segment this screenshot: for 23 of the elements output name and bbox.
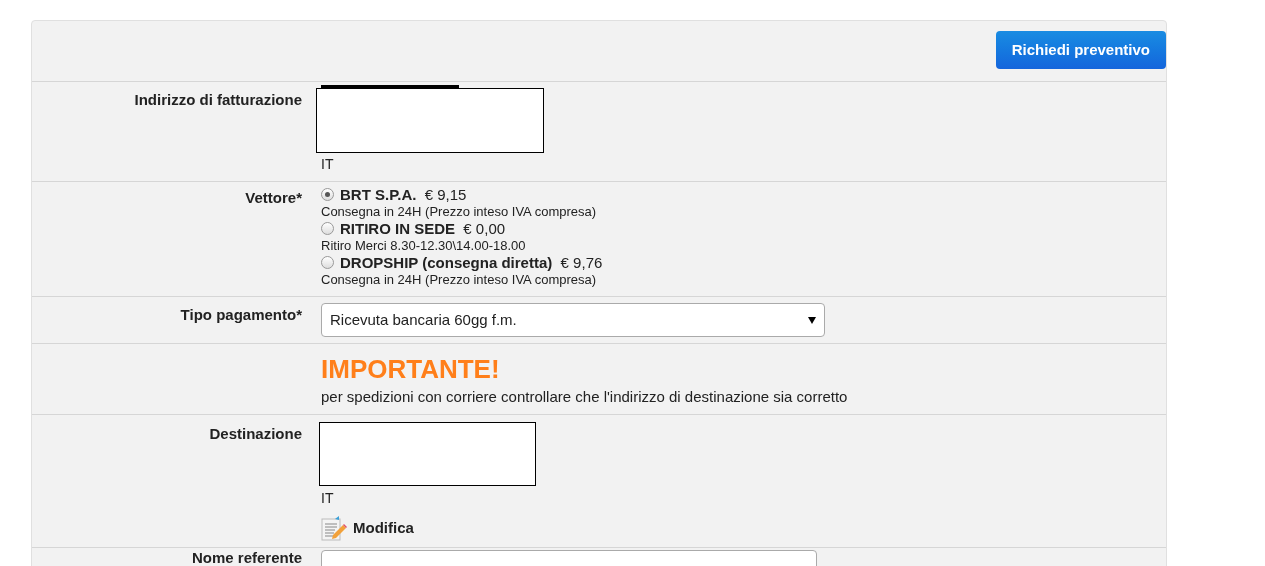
radio-button[interactable] bbox=[321, 222, 334, 235]
notice-text: per spedizioni con corriere controllare che l'indirizzo di destinazione sia corretto bbox=[321, 387, 848, 407]
carrier-note: Consegna in 24H (Prezzo inteso IVA compresa) bbox=[321, 203, 597, 220]
carrier-option[interactable]: RITIRO IN SEDE € 0,00 bbox=[321, 220, 506, 237]
carrier-note: Ritiro Merci 8.30-12.30\14.00-18.00 bbox=[321, 237, 526, 254]
field-label: Tipo pagamento* bbox=[180, 306, 302, 323]
field-label: Destinazione bbox=[209, 425, 302, 442]
country-text: IT bbox=[321, 489, 334, 508]
carrier-option[interactable]: BRT S.P.A. € 9,15 bbox=[321, 186, 467, 203]
notice-title: IMPORTANTE! bbox=[321, 353, 500, 386]
quote-button[interactable]: Richiedi preventivo bbox=[995, 31, 1166, 69]
field-label: Indirizzo di fatturazione bbox=[134, 91, 302, 108]
radio-button[interactable] bbox=[321, 256, 334, 269]
country-text: IT bbox=[321, 155, 334, 174]
field-label: Vettore* bbox=[245, 189, 302, 206]
carrier-note: Consegna in 24H (Prezzo inteso IVA compresa) bbox=[321, 271, 597, 288]
edit-document-icon bbox=[321, 515, 347, 541]
payment-select[interactable]: Ricevuta bancaria 60gg f.m. bbox=[321, 303, 825, 337]
edit-link[interactable]: Modifica bbox=[321, 515, 414, 541]
field-label: Nome referente bbox=[191, 549, 302, 566]
dropdown-arrow-icon bbox=[808, 316, 816, 324]
carrier-option[interactable]: DROPSHIP (consegna diretta) € 9,76 bbox=[321, 254, 603, 271]
radio-button[interactable] bbox=[321, 188, 334, 201]
